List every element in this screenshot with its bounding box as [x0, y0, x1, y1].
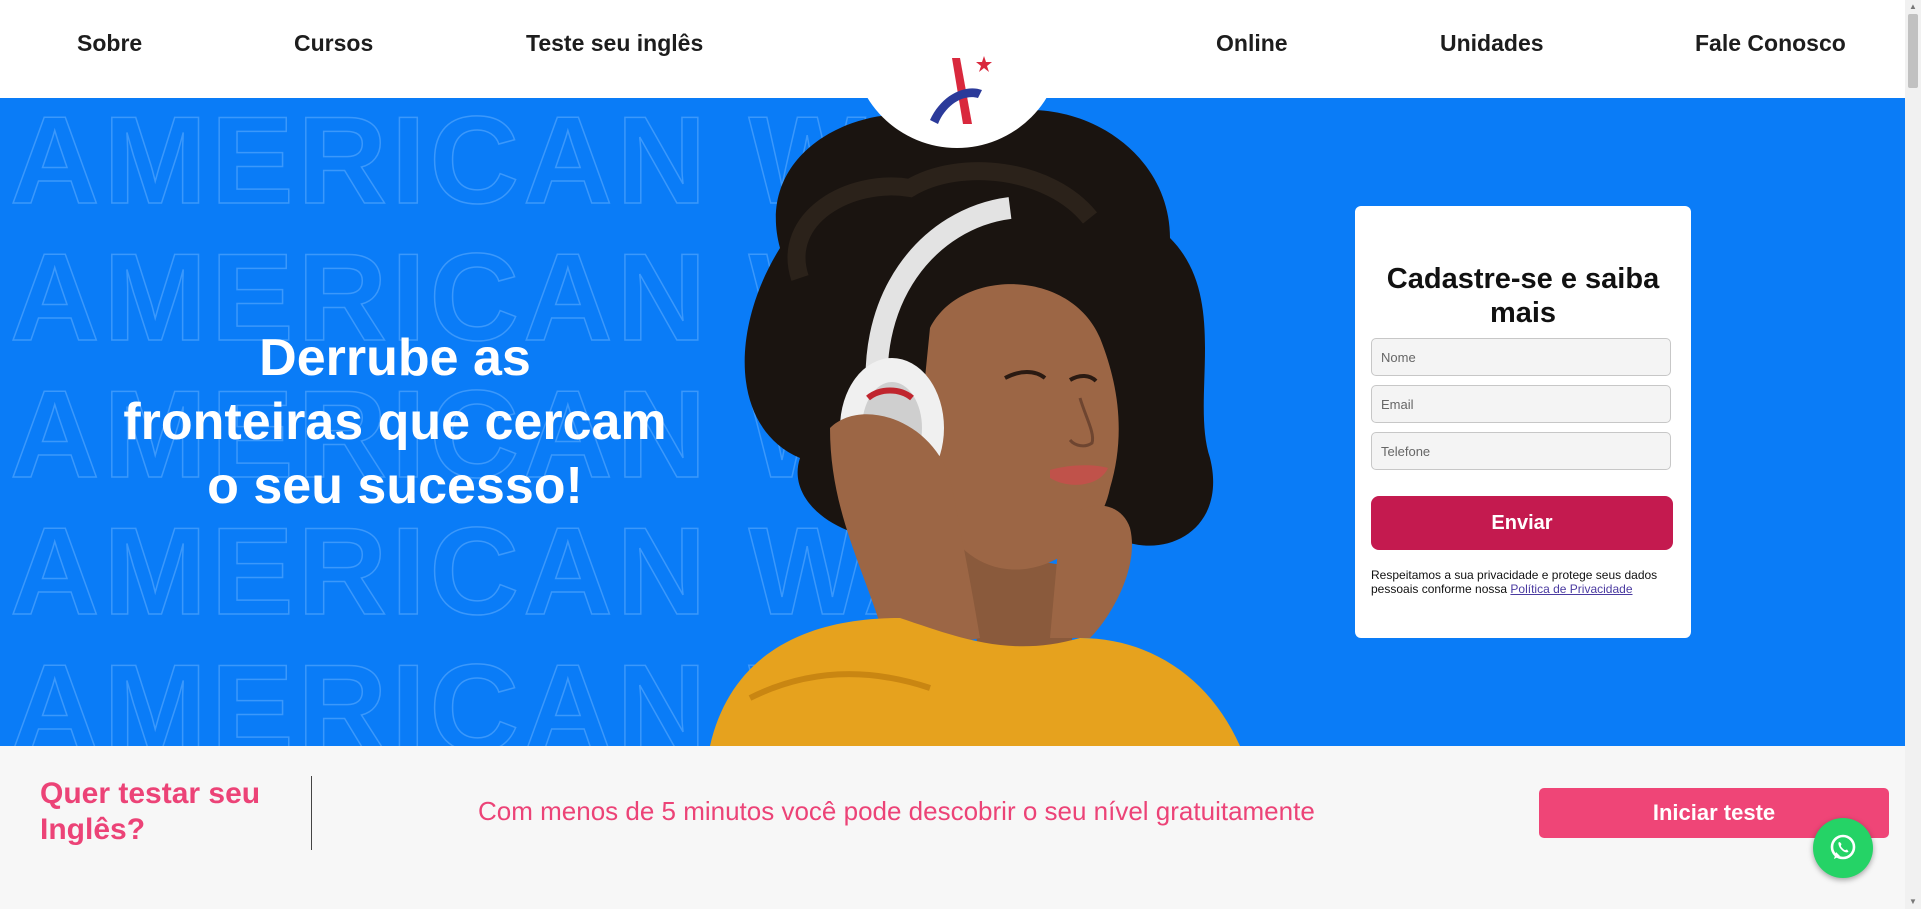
page-scrollbar[interactable]: ▲ ▼ [1905, 0, 1921, 909]
nav-link-sobre[interactable]: Sobre [77, 30, 142, 57]
scroll-up-icon[interactable]: ▲ [1905, 0, 1921, 14]
hero-headline-line: Derrube as [259, 329, 531, 387]
english-test-band: Quer testar seu Inglês? Com menos de 5 m… [0, 746, 1905, 909]
privacy-notice: Respeitamos a sua privacidade e protege … [1371, 568, 1675, 596]
whatsapp-button[interactable] [1813, 818, 1873, 878]
nav-link-fale-conosco[interactable]: Fale Conosco [1695, 30, 1846, 57]
nav-link-online[interactable]: Online [1216, 30, 1288, 57]
divider [311, 776, 312, 850]
nav-link-teste-seu-ingles[interactable]: Teste seu inglês [526, 30, 703, 57]
hero-photo-woman-headphones [710, 110, 1240, 746]
whatsapp-icon [1830, 834, 1856, 860]
nav-link-unidades[interactable]: Unidades [1440, 30, 1544, 57]
phone-input[interactable] [1371, 432, 1671, 470]
nav-link-cursos[interactable]: Cursos [294, 30, 373, 57]
email-input[interactable] [1371, 385, 1671, 423]
privacy-policy-link[interactable]: Política de Privacidade [1510, 582, 1632, 596]
name-input[interactable] [1371, 338, 1671, 376]
scroll-down-icon[interactable]: ▼ [1905, 895, 1921, 909]
form-title: Cadastre-se e saiba mais [1386, 263, 1660, 329]
send-button[interactable]: Enviar [1371, 496, 1673, 550]
scroll-thumb[interactable] [1908, 14, 1918, 88]
hero-headline-line: o seu sucesso! [207, 457, 583, 515]
test-band-title: Quer testar seu Inglês? [40, 777, 261, 846]
hero-banner: AMERICAN WAY AMERICAN WAY AMERICAN WAY A… [0, 98, 1905, 746]
hero-headline-line: fronteiras que cercam [123, 393, 667, 451]
signup-form-card: Cadastre-se e saiba mais Enviar Respeita… [1355, 206, 1691, 638]
logo-icon [930, 56, 992, 124]
test-band-description: Com menos de 5 minutos você pode descobr… [478, 796, 1315, 826]
hero-headline: Derrube as fronteiras que cercam o seu s… [80, 326, 710, 518]
